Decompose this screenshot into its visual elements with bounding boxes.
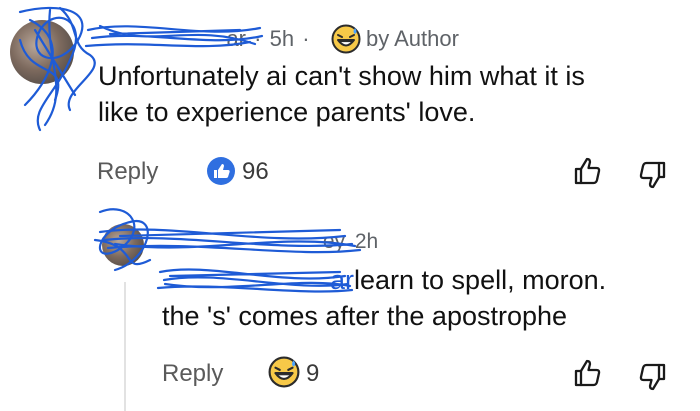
mention-link[interactable]: ar (162, 262, 354, 298)
timestamp: 2h (354, 230, 379, 253)
comment-text: Unfortunately ai can't show him what it … (98, 58, 688, 130)
upvote-icon[interactable] (570, 154, 604, 188)
avatar[interactable] (10, 20, 74, 84)
reply-button[interactable]: Reply (162, 360, 223, 388)
thumbs-up-badge-icon (206, 156, 236, 186)
downvote-icon[interactable] (636, 360, 670, 394)
grinning-sweat-emoji-icon (268, 356, 300, 388)
meta-separator: · (302, 26, 310, 51)
comment-meta: ey 2h (150, 230, 378, 254)
reply-button[interactable]: Reply (97, 158, 158, 186)
comment-text-line: the 's' comes after the apostrophe (162, 301, 568, 331)
timestamp: 5h (269, 26, 295, 51)
comment-text-fragment: learn to spell, moron. (354, 265, 607, 295)
reaction-count: 96 (242, 158, 269, 185)
comment-text-line: Unfortunately ai can't show him what it … (98, 61, 585, 91)
grinning-sweat-emoji-icon (331, 24, 361, 54)
avatar[interactable] (102, 224, 144, 266)
liked-by-author-label: by Author (366, 26, 459, 51)
comment-text-line: arlearn to spell, moron. (162, 262, 682, 298)
comment-text: arlearn to spell, moron. the 's' comes a… (162, 262, 682, 334)
downvote-icon[interactable] (636, 158, 670, 192)
author-name[interactable]: ey (150, 230, 345, 254)
comment-meta: ar · 5h · (96, 26, 312, 54)
thread-line (124, 282, 126, 411)
meta-separator: · (254, 26, 262, 51)
reaction-count: 9 (306, 360, 320, 387)
author-name[interactable]: ar (96, 26, 246, 52)
comment-text-line: like to experience parents' love. (98, 97, 476, 127)
upvote-icon[interactable] (570, 356, 604, 390)
